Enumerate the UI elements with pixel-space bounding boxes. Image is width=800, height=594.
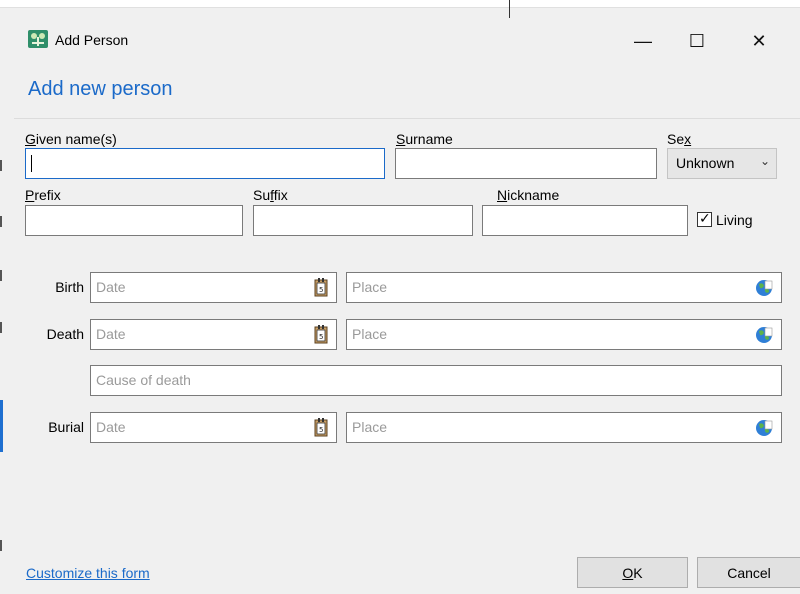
background-edge-mark [0, 216, 2, 227]
birth-label: Birth [55, 279, 84, 295]
suffix-label: Suffix [253, 187, 288, 203]
given-name-label: Given name(s) [25, 131, 117, 147]
cause-of-death-placeholder: Cause of death [96, 372, 191, 388]
burial-place-placeholder: Place [352, 419, 388, 435]
header-divider [14, 118, 800, 119]
svg-text:5: 5 [319, 286, 323, 294]
globe-icon[interactable] [755, 279, 773, 297]
text-caret [31, 155, 32, 172]
burial-place-input[interactable]: Place [346, 412, 782, 443]
prefix-label: Prefix [25, 187, 61, 203]
birth-date-placeholder: Date [96, 279, 126, 295]
calendar-icon[interactable]: 5 [314, 418, 328, 437]
background-edge-mark [0, 160, 2, 171]
cancel-button[interactable]: Cancel [697, 557, 800, 588]
background-active-marker [0, 400, 3, 452]
calendar-icon[interactable]: 5 [314, 325, 328, 344]
sex-label: Sex [667, 131, 692, 147]
minimize-button[interactable]: — [620, 24, 666, 58]
death-place-input[interactable]: Place [346, 319, 782, 350]
living-checkbox[interactable]: ✓ [697, 210, 712, 227]
suffix-input[interactable] [253, 205, 473, 236]
globe-icon[interactable] [755, 419, 773, 437]
background-edge-mark [0, 540, 2, 551]
cause-of-death-input[interactable]: Cause of death [90, 365, 782, 396]
background-window-strip [0, 0, 800, 8]
title-bar: Add Person — ☐ ✕ [14, 22, 800, 62]
chevron-down-icon: ⌄ [759, 154, 770, 168]
given-name-input[interactable] [25, 148, 385, 179]
burial-date-input[interactable]: Date 5 [90, 412, 337, 443]
burial-date-placeholder: Date [96, 419, 126, 435]
family-tree-icon [28, 30, 48, 48]
svg-text:5: 5 [319, 426, 323, 434]
surname-input[interactable] [395, 148, 657, 179]
calendar-icon[interactable]: 5 [314, 278, 328, 297]
death-place-placeholder: Place [352, 326, 388, 342]
living-label[interactable]: Living [716, 212, 753, 228]
surname-label: Surname [396, 131, 453, 147]
window-title: Add Person [55, 32, 129, 48]
close-button[interactable]: ✕ [736, 24, 782, 58]
death-date-input[interactable]: Date 5 [90, 319, 337, 350]
svg-text:5: 5 [319, 333, 323, 341]
birth-place-placeholder: Place [352, 279, 388, 295]
page-title: Add new person [28, 78, 173, 100]
customize-form-link[interactable]: Customize this form [26, 565, 150, 581]
maximize-button[interactable]: ☐ [674, 24, 720, 58]
globe-icon[interactable] [755, 326, 773, 344]
nickname-label: Nickname [497, 187, 560, 203]
background-edge-mark [0, 270, 2, 281]
prefix-input[interactable] [25, 205, 243, 236]
birth-date-input[interactable]: Date 5 [90, 272, 337, 303]
background-divider [509, 0, 510, 18]
checkmark-icon: ✓ [699, 210, 711, 226]
death-date-placeholder: Date [96, 326, 126, 342]
ok-button[interactable]: OK [577, 557, 688, 588]
sex-select[interactable]: Unknown ⌄ [667, 148, 777, 179]
sex-select-value: Unknown [676, 155, 735, 171]
background-edge-mark [0, 322, 2, 333]
death-label: Death [46, 326, 84, 342]
burial-label: Burial [48, 419, 84, 435]
nickname-input[interactable] [482, 205, 688, 236]
birth-place-input[interactable]: Place [346, 272, 782, 303]
